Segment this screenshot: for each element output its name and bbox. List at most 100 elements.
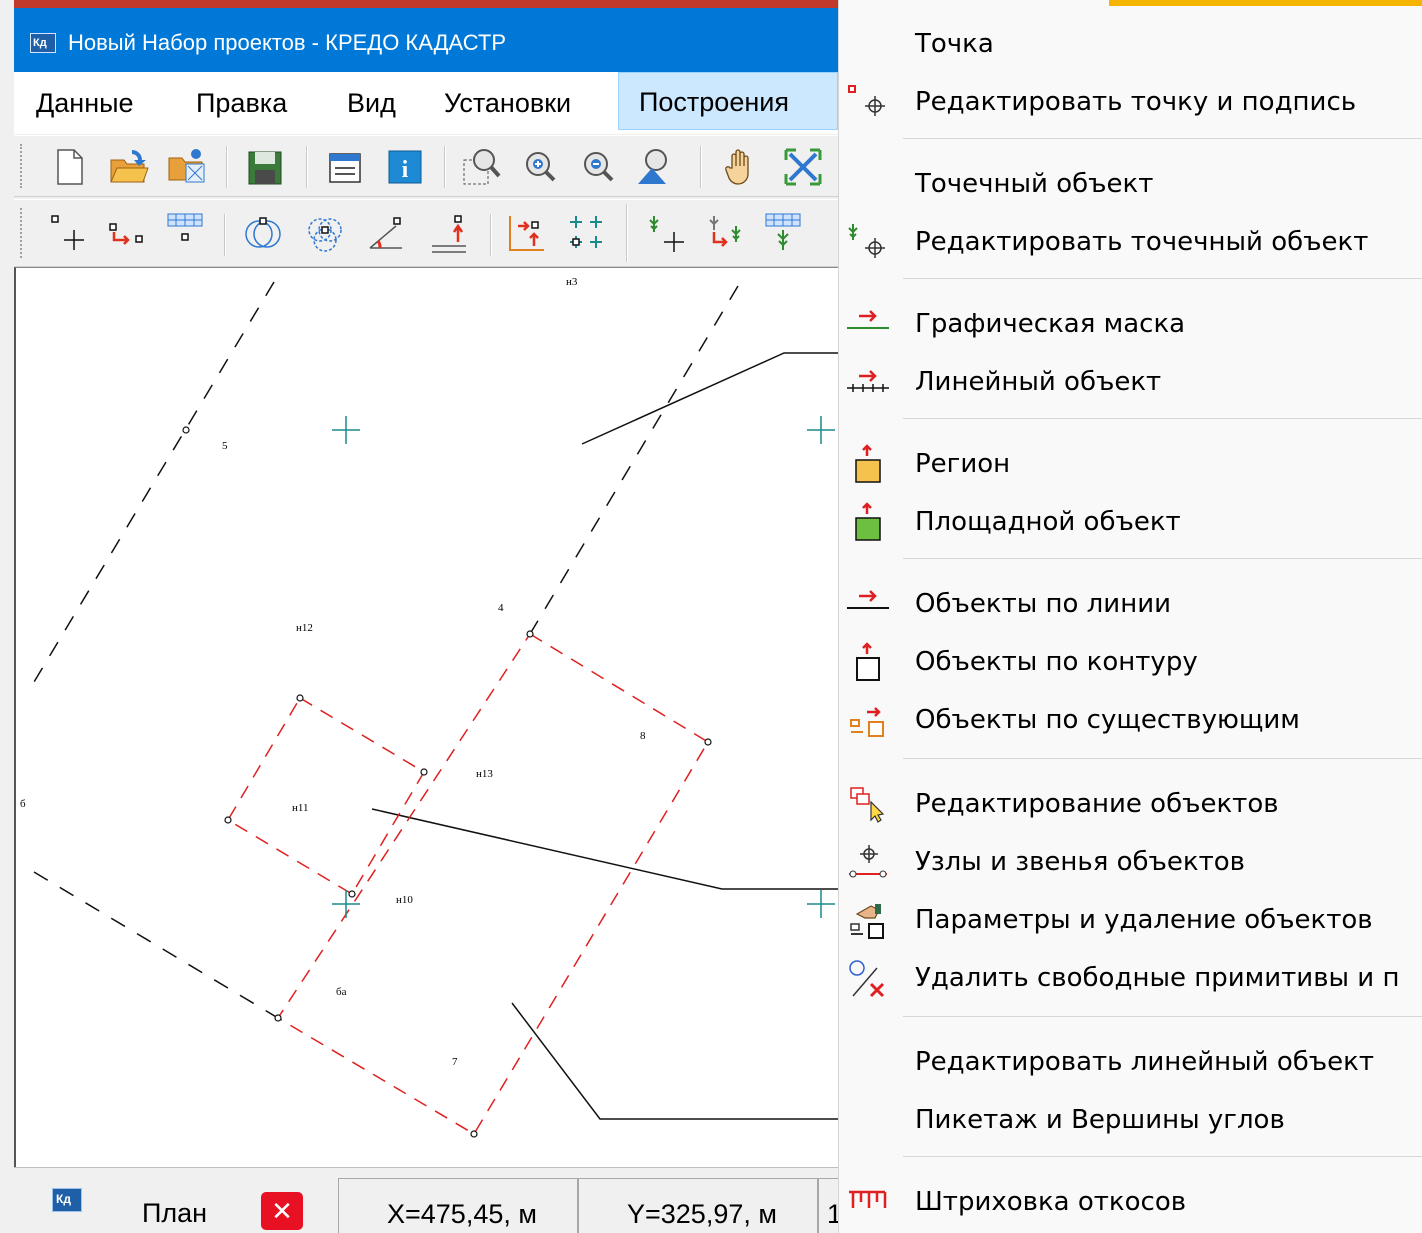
menu-settings[interactable]: Установки <box>436 84 579 122</box>
menu-item-delete-primitives[interactable]: Удалить свободные примитивы и п <box>839 950 1422 1006</box>
zoom-out-icon[interactable] <box>578 146 620 188</box>
open-folder-icon[interactable] <box>108 146 150 188</box>
objects-by-contour-icon <box>856 642 880 681</box>
toolbar-grip[interactable] <box>20 144 24 188</box>
title-bar[interactable]: Кд Новый Набор проектов - КРЕДО КАДАСТР <box>14 8 838 72</box>
point-label: 8 <box>640 730 646 742</box>
perpendicular-point-icon[interactable] <box>428 212 470 254</box>
dashed-boundary-line <box>27 281 275 693</box>
menu-item-objects-by-existing[interactable]: Объекты по существующим <box>839 692 1422 748</box>
menu-item-label: Параметры и удаление объектов <box>915 905 1373 935</box>
edit-objects-icon <box>850 787 885 823</box>
zoom-prev-icon[interactable] <box>634 146 676 188</box>
plan-tab-label[interactable]: План <box>142 1196 207 1230</box>
toolbar-separator <box>700 146 702 188</box>
vertex-point[interactable] <box>224 816 232 824</box>
menu-item-nodes-links[interactable]: Узлы и звенья объектов <box>839 834 1422 890</box>
dashed-boundary-line <box>529 285 739 635</box>
tree-table-icon[interactable] <box>762 210 804 252</box>
coord-transform-icon[interactable] <box>506 212 548 254</box>
menu-item-edit-point-object[interactable]: Редактировать точечный объект <box>839 214 1422 270</box>
menu-item-edit-linear-object[interactable]: Редактировать линейный объект <box>839 1034 1422 1090</box>
main-window: Кд Новый Набор проектов - КРЕДО КАДАСТР … <box>0 0 842 1233</box>
menu-item-point-object[interactable]: Точечный объект <box>839 156 1422 212</box>
create-point-icon[interactable] <box>48 212 90 254</box>
toolbar-separator <box>226 146 228 188</box>
move-point-icon[interactable] <box>106 212 148 254</box>
vertex-point[interactable] <box>470 1130 478 1138</box>
menu-item-label: Удалить свободные примитивы и п <box>915 963 1400 993</box>
parcel-contour-red[interactable] <box>226 696 426 896</box>
properties-icon[interactable] <box>324 146 366 188</box>
vertex-point[interactable] <box>182 426 190 434</box>
tree-point-icon[interactable] <box>646 212 688 254</box>
parcel-contour-red[interactable] <box>276 632 710 1136</box>
point-label: н10 <box>396 894 413 906</box>
menu-item-edit-point[interactable]: Редактировать точку и подпись <box>839 74 1422 130</box>
menu-item-objects-by-contour[interactable]: Объекты по контуру <box>839 634 1422 690</box>
menu-item-stationing-vertices[interactable]: Пикетаж и Вершины углов <box>839 1092 1422 1148</box>
grid-cross <box>807 416 835 444</box>
coordinate-y-readout: Y=325,97, м <box>578 1178 818 1233</box>
menu-item-linear-object[interactable]: Линейный объект <box>839 354 1422 410</box>
window-title: Новый Набор проектов - КРЕДО КАДАСТР <box>68 30 506 55</box>
point-grid-icon[interactable] <box>566 212 608 254</box>
vertex-point[interactable] <box>526 630 534 638</box>
pan-hand-icon[interactable] <box>720 146 762 188</box>
constructions-toolbar <box>14 199 838 267</box>
save-icon[interactable] <box>244 146 286 188</box>
area-object-icon <box>855 502 881 541</box>
menu-item-edit-objects[interactable]: Редактирование объектов <box>839 776 1422 832</box>
edit-point-icon <box>848 85 885 116</box>
menu-item-label: Объекты по существующим <box>915 705 1300 735</box>
menu-item-objects-by-line[interactable]: Объекты по линии <box>839 576 1422 632</box>
menu-item-label: Штриховка откосов <box>915 1187 1187 1217</box>
plan-drawing[interactable] <box>16 268 838 1167</box>
point-label: н11 <box>292 802 309 814</box>
menu-bar: Данные Правка Вид Установки Построения <box>14 72 838 134</box>
menu-top-accent <box>1109 0 1422 6</box>
menu-item-label: Редактировать линейный объект <box>915 1047 1374 1077</box>
close-plan-button[interactable]: ✕ <box>261 1192 303 1230</box>
new-file-icon[interactable] <box>48 146 90 188</box>
grid-cross <box>332 890 360 918</box>
menu-separator <box>903 558 1422 559</box>
zoom-window-icon[interactable] <box>460 146 502 188</box>
menu-item-area-object[interactable]: Площадной объект <box>839 494 1422 550</box>
menu-item-slope-hatching[interactable]: Штриховка откосов <box>839 1174 1422 1230</box>
menu-item-label: Объекты по контуру <box>915 647 1198 677</box>
zoom-extents-icon[interactable] <box>782 146 824 188</box>
slope-hatching-icon <box>849 1190 887 1208</box>
point-label: н13 <box>476 768 493 780</box>
constructions-dropdown-menu: Точка Редактировать точку и подпись Точе… <box>838 0 1422 1233</box>
menu-view[interactable]: Вид <box>339 84 404 122</box>
menu-constructions[interactable]: Построения <box>618 72 838 130</box>
tree-move-icon[interactable] <box>706 212 748 254</box>
info-icon[interactable]: i <box>384 146 426 188</box>
vertex-point[interactable] <box>704 738 712 746</box>
menu-item-point[interactable]: Точка <box>839 16 1422 72</box>
app-logo-text: Кд <box>33 37 47 49</box>
edit-point-object-icon <box>848 224 885 258</box>
vertex-point[interactable] <box>296 694 304 702</box>
menu-item-region[interactable]: Регион <box>839 436 1422 492</box>
menu-data[interactable]: Данные <box>28 84 142 122</box>
menu-item-label: Редактирование объектов <box>915 789 1279 819</box>
intersection-circles-icon[interactable] <box>242 212 284 254</box>
menu-item-params-delete[interactable]: Параметры и удаление объектов <box>839 892 1422 948</box>
menu-edit[interactable]: Правка <box>188 84 295 122</box>
intersection-dashed-icon[interactable] <box>304 212 346 254</box>
vertex-point[interactable] <box>274 1014 282 1022</box>
vertex-point[interactable] <box>348 890 356 898</box>
vertex-point[interactable] <box>420 768 428 776</box>
drawing-canvas[interactable]: н3 5 4 н12 8 н13 б н11 н10 ба 7 <box>14 267 838 1167</box>
main-toolbar: i <box>14 135 838 197</box>
menu-separator <box>903 278 1422 279</box>
point-table-icon[interactable] <box>164 210 206 252</box>
angle-point-icon[interactable] <box>366 212 408 254</box>
toolbar-separator <box>490 214 492 256</box>
zoom-in-icon[interactable] <box>520 146 562 188</box>
menu-item-graphic-mask[interactable]: Графическая маска <box>839 296 1422 352</box>
open-project-icon[interactable] <box>166 146 208 188</box>
toolbar-grip[interactable] <box>20 208 24 258</box>
